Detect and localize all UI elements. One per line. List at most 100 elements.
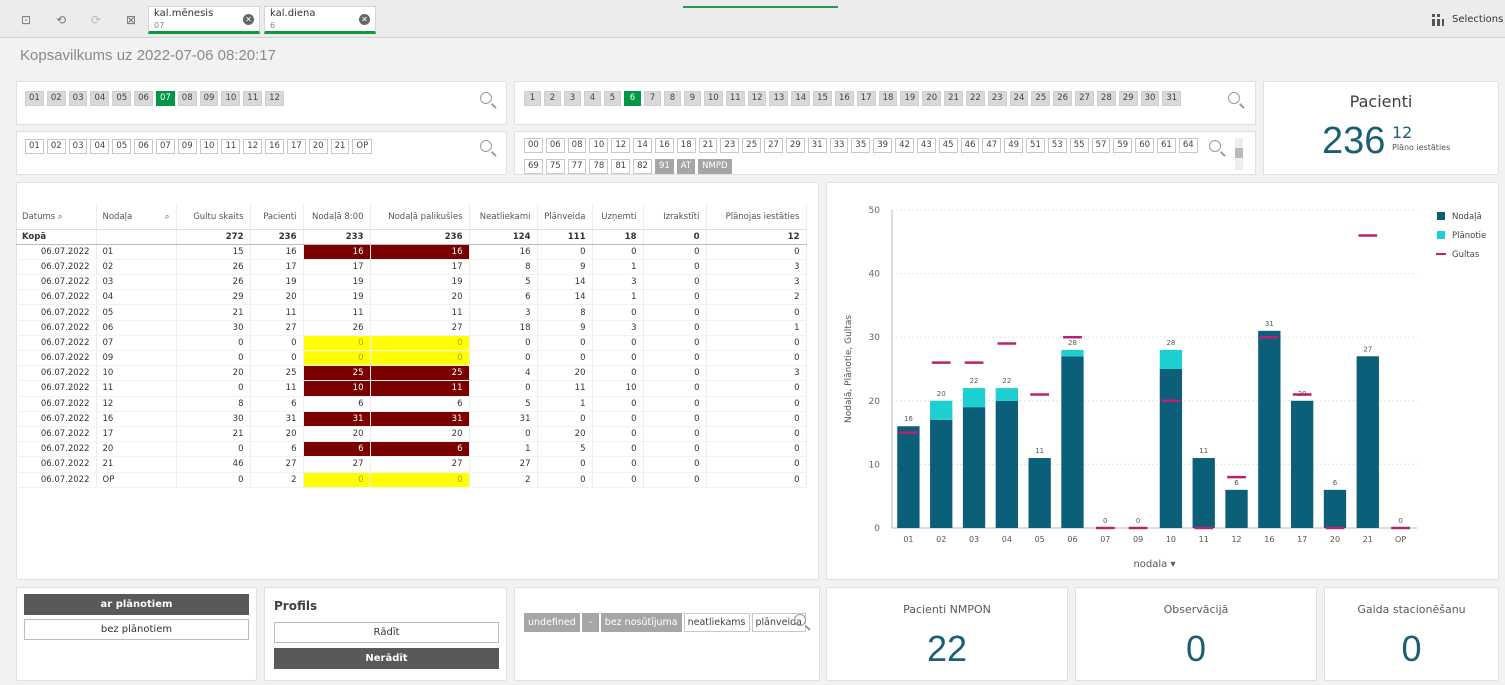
department-chip[interactable]: 10 (199, 139, 219, 154)
code-chip[interactable]: 06 (545, 138, 565, 153)
month-chip[interactable]: 12 (265, 91, 284, 106)
month-chip[interactable]: 09 (199, 91, 219, 106)
close-icon[interactable]: ✕ (243, 14, 254, 25)
code-chip[interactable]: 27 (764, 138, 783, 153)
col-header[interactable]: Pacienti (250, 205, 304, 229)
code-chip[interactable]: 55 (1069, 138, 1089, 153)
bez-planotiem-button[interactable]: bez plānotiem (24, 619, 249, 640)
table-row[interactable]: 06.07.2022 12 8 6 6 6 5 1 0 0 0 (16, 396, 807, 412)
department-chip[interactable]: 01 (25, 139, 44, 154)
table-total-row[interactable]: Kopā 272 236 233 236 124 111 18 0 12 (16, 228, 807, 245)
code-chip[interactable]: 91 (654, 159, 674, 174)
month-chip[interactable]: 02 (46, 91, 66, 106)
table-row[interactable]: 06.07.2022 20 0 6 6 6 1 5 0 0 0 (16, 441, 807, 458)
day-chip[interactable]: 1 (524, 91, 541, 106)
department-chip[interactable]: 07 (155, 139, 175, 154)
code-chip[interactable]: 81 (611, 159, 631, 174)
month-chip[interactable]: 10 (221, 91, 241, 106)
code-chip[interactable]: 69 (524, 159, 543, 174)
department-chip[interactable]: 06 (134, 139, 153, 154)
search-icon[interactable] (480, 92, 492, 104)
code-chip[interactable]: 75 (545, 159, 565, 174)
department-chip[interactable]: 21 (330, 139, 350, 154)
code-chip[interactable]: 35 (851, 138, 871, 153)
code-chip[interactable]: 77 (567, 159, 587, 174)
search-icon[interactable] (1209, 140, 1221, 152)
selection-tab-day[interactable]: kal.diena 6 ✕ (264, 6, 376, 34)
selections-icon[interactable] (1431, 13, 1445, 27)
day-chip[interactable]: 18 (878, 91, 898, 106)
month-chip[interactable]: 05 (112, 91, 132, 106)
step-forward-icon[interactable]: ⟳ (88, 12, 104, 28)
day-chip[interactable]: 20 (922, 91, 942, 106)
day-chip[interactable]: 4 (584, 91, 601, 106)
day-chip[interactable]: 16 (834, 91, 854, 106)
code-chip[interactable]: 43 (916, 138, 936, 153)
code-chip[interactable]: 29 (785, 138, 805, 153)
code-chip[interactable]: 18 (676, 138, 696, 153)
radit-button[interactable]: Rādīt (274, 622, 499, 643)
table-row[interactable]: 06.07.2022 17 21 20 20 20 0 20 0 0 0 (16, 426, 807, 443)
selection-tab-month[interactable]: kal.mēnesis 07 ✕ (148, 6, 260, 34)
col-header[interactable]: Uzņemti (592, 205, 644, 229)
department-bar-chart[interactable]: 0102030405016012002220322041105280600700… (827, 183, 1500, 581)
department-chip[interactable]: 03 (68, 139, 88, 154)
search-icon[interactable]: ⌕ (58, 212, 63, 222)
code-chip[interactable]: 59 (1113, 138, 1133, 153)
code-chip[interactable]: 45 (938, 138, 958, 153)
department-chip[interactable]: OP (352, 139, 373, 154)
day-chip[interactable]: 28 (1096, 91, 1116, 106)
table-row[interactable]: 06.07.2022 03 26 19 19 19 5 14 3 0 3 (16, 274, 807, 291)
day-chip[interactable]: 26 (1053, 91, 1073, 106)
col-header[interactable]: Plānveida (537, 205, 593, 229)
code-chip[interactable]: 00 (524, 138, 543, 153)
code-chip[interactable]: 31 (807, 138, 827, 153)
month-chip[interactable]: 07 (155, 91, 175, 106)
selections-label[interactable]: Selections (1452, 14, 1503, 25)
day-chip[interactable]: 9 (684, 91, 701, 106)
referral-chip[interactable]: undefined (524, 613, 580, 632)
day-chip[interactable]: 24 (1009, 91, 1029, 106)
code-chip[interactable]: 10 (589, 138, 609, 153)
code-chip[interactable]: 14 (633, 138, 652, 153)
col-header[interactable]: Plānojas iestāties (706, 205, 807, 229)
table-row[interactable]: 06.07.2022 01 15 16 16 16 16 0 0 0 0 (16, 244, 807, 260)
table-row[interactable]: 06.07.2022 16 30 31 31 31 31 0 0 0 0 (16, 411, 807, 427)
day-chip[interactable]: 27 (1075, 91, 1094, 106)
col-header-nodala[interactable]: Nodaļa ⌕ (96, 205, 177, 229)
neradit-button[interactable]: Nerādīt (274, 648, 499, 669)
department-chip[interactable]: 09 (177, 139, 197, 154)
ar-planotiem-button[interactable]: ar plānotiem (24, 594, 249, 615)
col-header[interactable]: Nodaļā palikušies (370, 205, 470, 229)
smart-search-icon[interactable]: ⊡ (18, 12, 34, 28)
code-chip[interactable]: 46 (960, 138, 980, 153)
department-chip[interactable]: 05 (112, 139, 132, 154)
referral-chip[interactable]: bez nosūtījuma (600, 613, 682, 632)
code-chip[interactable]: 39 (873, 138, 893, 153)
month-chip[interactable]: 04 (90, 91, 110, 106)
table-row[interactable]: 06.07.2022 02 26 17 17 17 8 9 1 0 3 (16, 259, 807, 276)
code-chip[interactable]: 23 (720, 138, 740, 153)
day-chip[interactable]: 31 (1162, 91, 1182, 106)
table-row[interactable]: 06.07.2022 11 0 11 10 11 0 11 10 0 0 (16, 380, 807, 397)
code-chip[interactable]: 47 (982, 138, 1002, 153)
col-header[interactable]: Nodaļā 8:00 (303, 205, 371, 229)
day-chip[interactable]: 3 (564, 91, 581, 106)
day-chip[interactable]: 15 (813, 91, 832, 106)
table-row[interactable]: 06.07.2022 OP 0 2 0 0 2 0 0 0 0 (16, 472, 807, 488)
day-chip[interactable]: 17 (856, 91, 876, 106)
table-row[interactable]: 06.07.2022 07 0 0 0 0 0 0 0 0 0 (16, 335, 807, 352)
scrollbar[interactable] (1235, 138, 1243, 170)
referral-chip[interactable]: - (581, 613, 599, 632)
department-chip[interactable]: 17 (286, 139, 306, 154)
table-row[interactable]: 06.07.2022 04 29 20 19 20 6 14 1 0 2 (16, 289, 807, 306)
day-chip[interactable]: 29 (1118, 91, 1138, 106)
code-chip[interactable]: 49 (1004, 138, 1024, 153)
table-row[interactable]: 06.07.2022 06 30 27 26 27 18 9 3 0 1 (16, 320, 807, 336)
code-chip[interactable]: AT (676, 159, 696, 174)
day-chip[interactable]: 13 (769, 91, 789, 106)
day-chip[interactable]: 21 (944, 91, 963, 106)
search-icon[interactable] (794, 614, 806, 626)
day-chip[interactable]: 30 (1140, 91, 1160, 106)
col-header[interactable]: Neatliekami (469, 205, 538, 229)
